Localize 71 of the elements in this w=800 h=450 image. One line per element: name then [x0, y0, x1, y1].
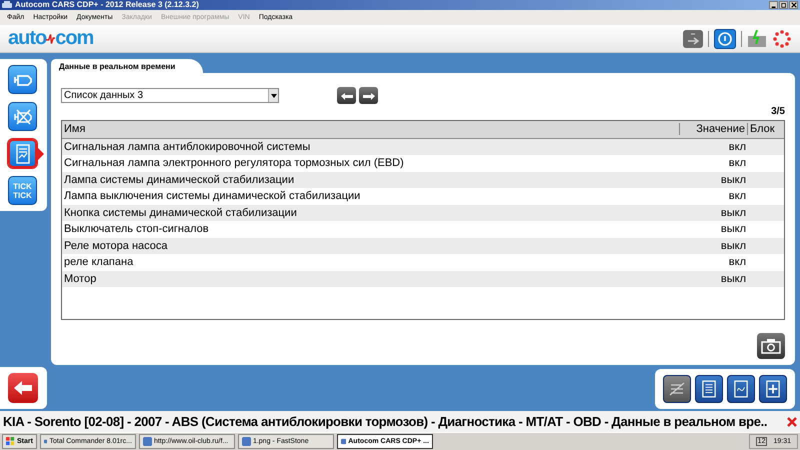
- previous-button[interactable]: [337, 87, 356, 104]
- table-cell-text: выкл: [720, 223, 747, 236]
- column-header[interactable]: Блок: [747, 123, 784, 136]
- table-cell-text: вкл: [728, 190, 747, 202]
- sidebar-button[interactable]: [8, 139, 37, 168]
- table-cell-text: выкл: [720, 174, 747, 186]
- app-icon: [142, 437, 152, 446]
- status-text: KIA - Sorento [02-08] - 2007 - ABS (Система антиблокировки тормозов) - Диагностика - MT/AT - OBD - Данные в реальном вре..: [3, 414, 768, 429]
- window-title: Autocom CARS CDP+ - 2012 Release 3 (2.12.3.2): [15, 0, 200, 10]
- tab[interactable]: Данные в реальном времени: [51, 59, 204, 73]
- app-icon: [242, 437, 251, 446]
- table-cell-text: Мотор: [63, 272, 98, 285]
- camera-button[interactable]: [757, 333, 785, 359]
- caret-icon: [270, 94, 276, 98]
- engine-icon: [12, 72, 32, 86]
- table-cell-text: вкл: [728, 140, 747, 153]
- info-icon: [717, 30, 733, 46]
- logo-text: auto: [8, 27, 46, 50]
- table-cell-text: вкл: [728, 157, 747, 170]
- plus-document-icon: [766, 380, 780, 398]
- close-icon: [790, 2, 796, 8]
- restore-button[interactable]: [779, 1, 788, 9]
- table-cell-text: реле клапана: [63, 256, 134, 268]
- arrow-left-icon: [340, 90, 354, 100]
- crossed-list-icon: [668, 380, 686, 398]
- page-indicator: 3/5: [770, 106, 785, 117]
- table-cell-text: Кнопка системы динамической стабилизации: [63, 206, 298, 219]
- obd-button[interactable]: [683, 30, 703, 48]
- car-icon: [2, 1, 12, 9]
- windows-logo-icon: [6, 437, 15, 446]
- engine-crossed-icon: [12, 108, 32, 124]
- table-cell-text: выкл: [720, 240, 747, 252]
- graph-button[interactable]: [727, 375, 755, 403]
- column-header[interactable]: Имя: [62, 123, 679, 136]
- close-icon[interactable]: [787, 416, 797, 426]
- close-button[interactable]: [789, 1, 798, 9]
- table-cell-text: Сигнальная лампа антиблокировочной системы: [63, 140, 312, 153]
- arrow-right-icon: [685, 30, 701, 46]
- sidebar-button[interactable]: [8, 65, 37, 94]
- chart-document-icon: [14, 144, 30, 164]
- table-cell-text: Выключатель стоп-сигналов: [63, 223, 210, 236]
- selection-arrow-icon: [38, 148, 44, 160]
- sidebar-button[interactable]: [8, 102, 37, 131]
- camera-icon: [761, 338, 781, 354]
- back-arrow-icon: [13, 380, 33, 396]
- battery-icon: [747, 30, 767, 48]
- table-cell-text: выкл: [720, 206, 747, 219]
- column-header[interactable]: Значение: [679, 123, 747, 136]
- pulse-icon: [46, 32, 56, 46]
- app-icon: [340, 437, 346, 446]
- next-button[interactable]: [359, 87, 378, 104]
- record-button[interactable]: [663, 375, 691, 403]
- table-cell-text: Реле мотора насоса: [63, 240, 169, 252]
- table-cell-text: Лампа выключения системы динамической стабилизации: [63, 190, 362, 202]
- graph-icon: [734, 380, 748, 398]
- list-icon: [702, 380, 716, 398]
- table-cell-text: Сигнальная лампа электронного регулятора тормозных сил (EBD): [63, 157, 405, 170]
- dataset-dropdown[interactable]: Список данных 3: [61, 88, 279, 103]
- table-cell-text: выкл: [720, 272, 747, 285]
- back-button[interactable]: [8, 373, 38, 403]
- report-button[interactable]: [759, 375, 787, 403]
- list-button[interactable]: [695, 375, 723, 403]
- table-cell-text: Лампа системы динамической стабилизации: [63, 174, 296, 186]
- logo-text: com: [55, 27, 94, 50]
- table-cell-text: вкл: [728, 256, 747, 268]
- arrow-right-icon: [362, 90, 376, 100]
- loading-icon: [772, 28, 792, 48]
- restore-icon: [780, 2, 786, 8]
- minimize-button[interactable]: [769, 1, 778, 9]
- app-icon: [44, 437, 48, 446]
- help-button[interactable]: [714, 28, 736, 48]
